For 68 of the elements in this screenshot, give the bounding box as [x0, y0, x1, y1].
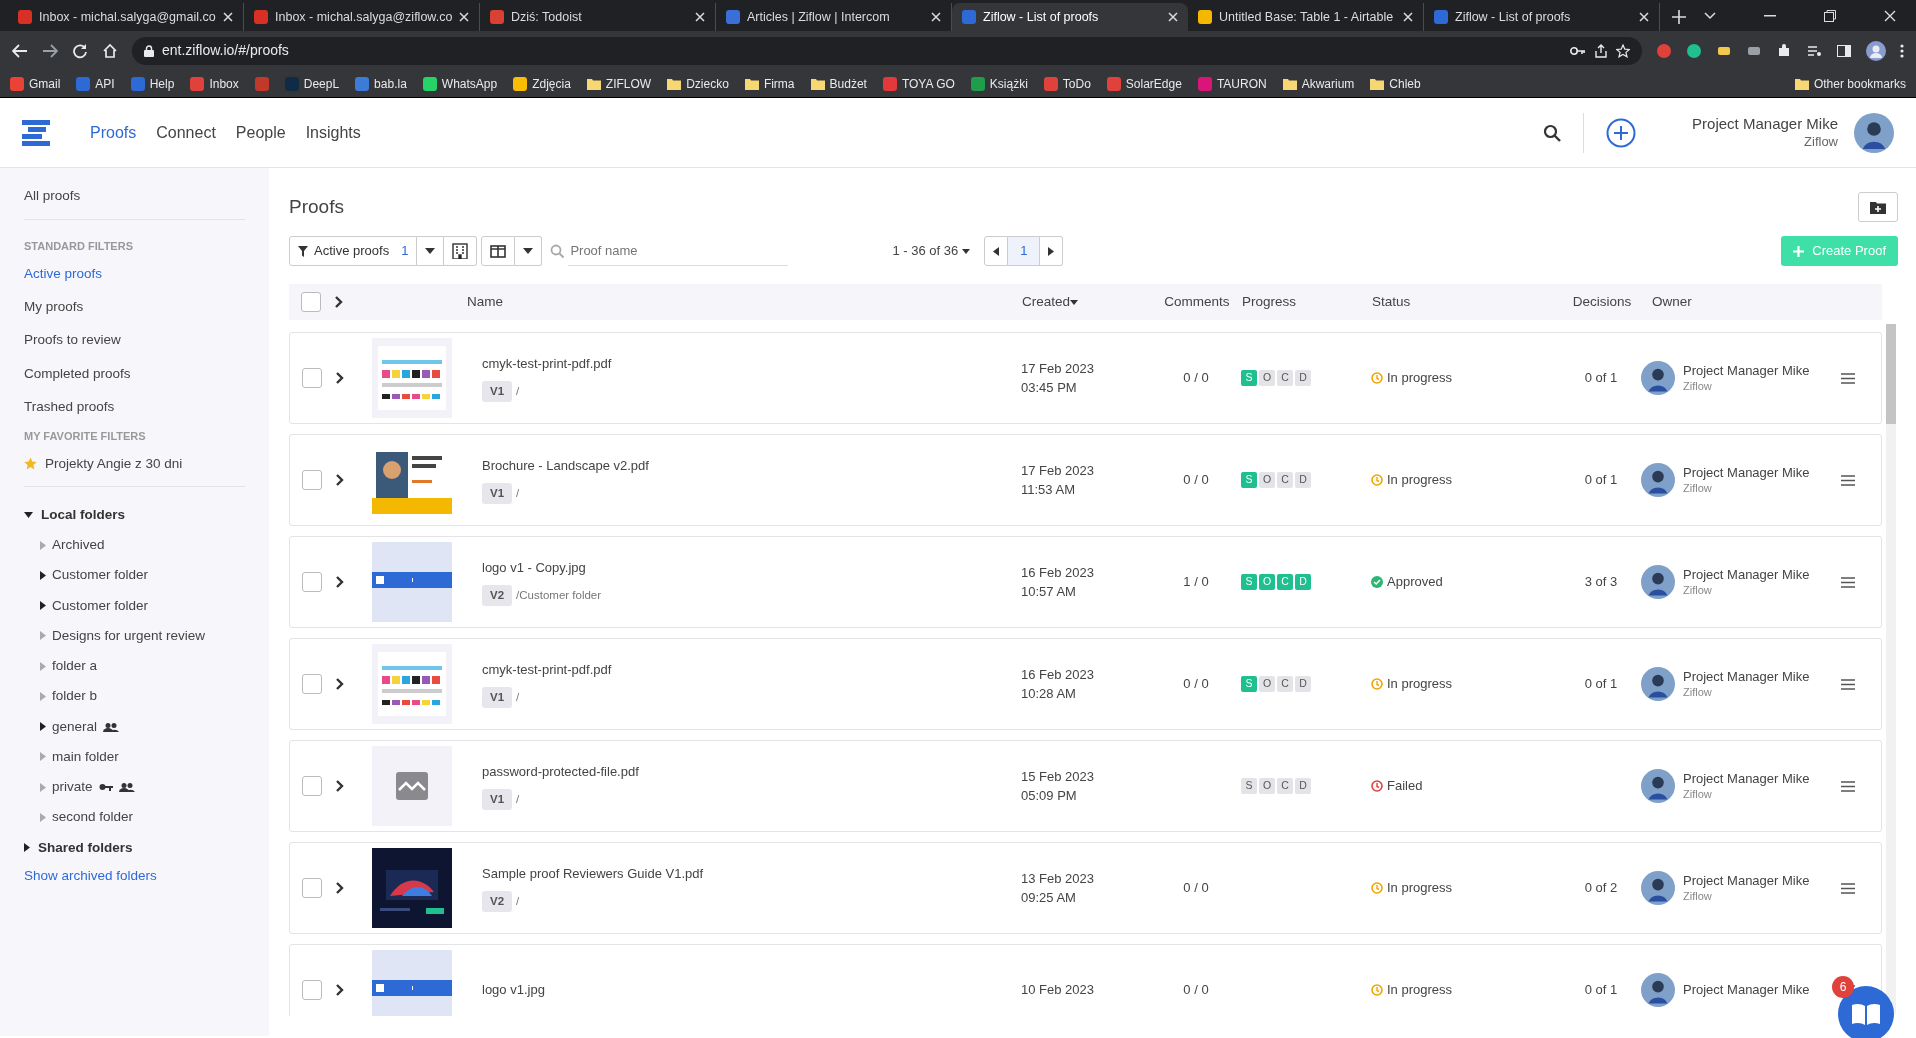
progress-stages: S O C D — [1241, 472, 1313, 488]
decision-count: 3 of 3 — [1584, 574, 1618, 590]
folder-path: / — [516, 486, 520, 502]
decision-count: 0 of 1 — [1584, 982, 1618, 998]
created-time: 10:57 AM — [1021, 583, 1077, 601]
progress-stages: S O C D — [1241, 676, 1313, 692]
created-time: 03:45 PM — [1021, 379, 1078, 397]
version-tag: V2 — [482, 891, 513, 913]
comment-count: 0 / 0 — [1183, 676, 1209, 692]
progress-stages: S O C D — [1241, 778, 1313, 794]
folder-path: / — [516, 792, 520, 808]
progress-stages: S O C D — [1241, 370, 1313, 386]
owner-name: Project Manager Mike — [1683, 981, 1810, 999]
user-name: Project Manager Mike — [1692, 114, 1838, 134]
owner-organization: Ziflow — [1683, 787, 1713, 803]
comment-count: 0 / 0 — [1183, 880, 1209, 896]
progress-stages: S O C D — [1241, 574, 1313, 590]
comment-count: 1 / 0 — [1183, 574, 1209, 590]
page-title: Proofs — [289, 194, 344, 219]
owner-organization: Ziflow — [1683, 685, 1713, 701]
decision-count: 0 of 1 — [1584, 370, 1618, 386]
created-time: 10:28 AM — [1021, 685, 1077, 703]
owner-organization: Ziflow — [1683, 583, 1713, 599]
version-tag: V1 — [482, 789, 513, 811]
created-date: 16 Feb 2023 — [1021, 563, 1095, 582]
created-date: 17 Feb 2023 — [1021, 461, 1095, 480]
folder-path: / — [516, 894, 520, 910]
created-date: 16 Feb 2023 — [1021, 665, 1095, 684]
section-heading: STANDARD FILTERS — [24, 239, 134, 255]
folder-path: /Customer folder — [516, 588, 602, 604]
created-date: 13 Feb 2023 — [1021, 869, 1095, 888]
status-label: In progress — [1387, 471, 1453, 490]
owner-name: Project Manager Mike — [1683, 871, 1810, 890]
version-tag: V1 — [482, 381, 513, 403]
status-label: In progress — [1387, 675, 1453, 694]
status-label: Failed — [1387, 777, 1423, 796]
owner-organization: Ziflow — [1683, 889, 1713, 905]
owner-name: Project Manager Mike — [1683, 361, 1810, 380]
version-tag: V2 — [482, 585, 513, 607]
created-date: 15 Feb 2023 — [1021, 767, 1095, 786]
folder-path: / — [516, 690, 520, 706]
decision-count: 0 of 1 — [1584, 676, 1618, 692]
decision-count: 0 of 2 — [1584, 880, 1618, 896]
filter-count: 1 — [401, 242, 409, 261]
folder-path: / — [516, 384, 520, 400]
version-tag: V1 — [482, 483, 513, 505]
section-heading: MY FAVORITE FILTERS — [24, 429, 147, 444]
comment-count: 0 / 0 — [1183, 370, 1209, 386]
status-label: Approved — [1387, 573, 1443, 592]
owner-name: Project Manager Mike — [1683, 667, 1810, 686]
owner-name: Project Manager Mike — [1683, 769, 1810, 788]
created-time: 05:09 PM — [1021, 787, 1078, 805]
owner-name: Project Manager Mike — [1683, 463, 1810, 482]
comment-count: 0 / 0 — [1183, 472, 1209, 488]
created-time: 11:53 AM — [1021, 481, 1076, 499]
version-tag: V1 — [482, 687, 513, 709]
comment-count: 0 / 0 — [1183, 982, 1209, 998]
organization-name: Ziflow — [1803, 133, 1838, 151]
decision-count: 0 of 1 — [1584, 472, 1618, 488]
created-date: 17 Feb 2023 — [1021, 359, 1095, 378]
status-label: In progress — [1387, 879, 1453, 898]
created-date: 10 Feb 2023 — [1021, 981, 1095, 1000]
status-label: In progress — [1387, 369, 1453, 388]
owner-name: Project Manager Mike — [1683, 565, 1810, 584]
owner-organization: Ziflow — [1683, 379, 1713, 395]
created-time: 09:25 AM — [1021, 889, 1077, 907]
status-label: In progress — [1387, 981, 1453, 1000]
owner-organization: Ziflow — [1683, 481, 1713, 497]
